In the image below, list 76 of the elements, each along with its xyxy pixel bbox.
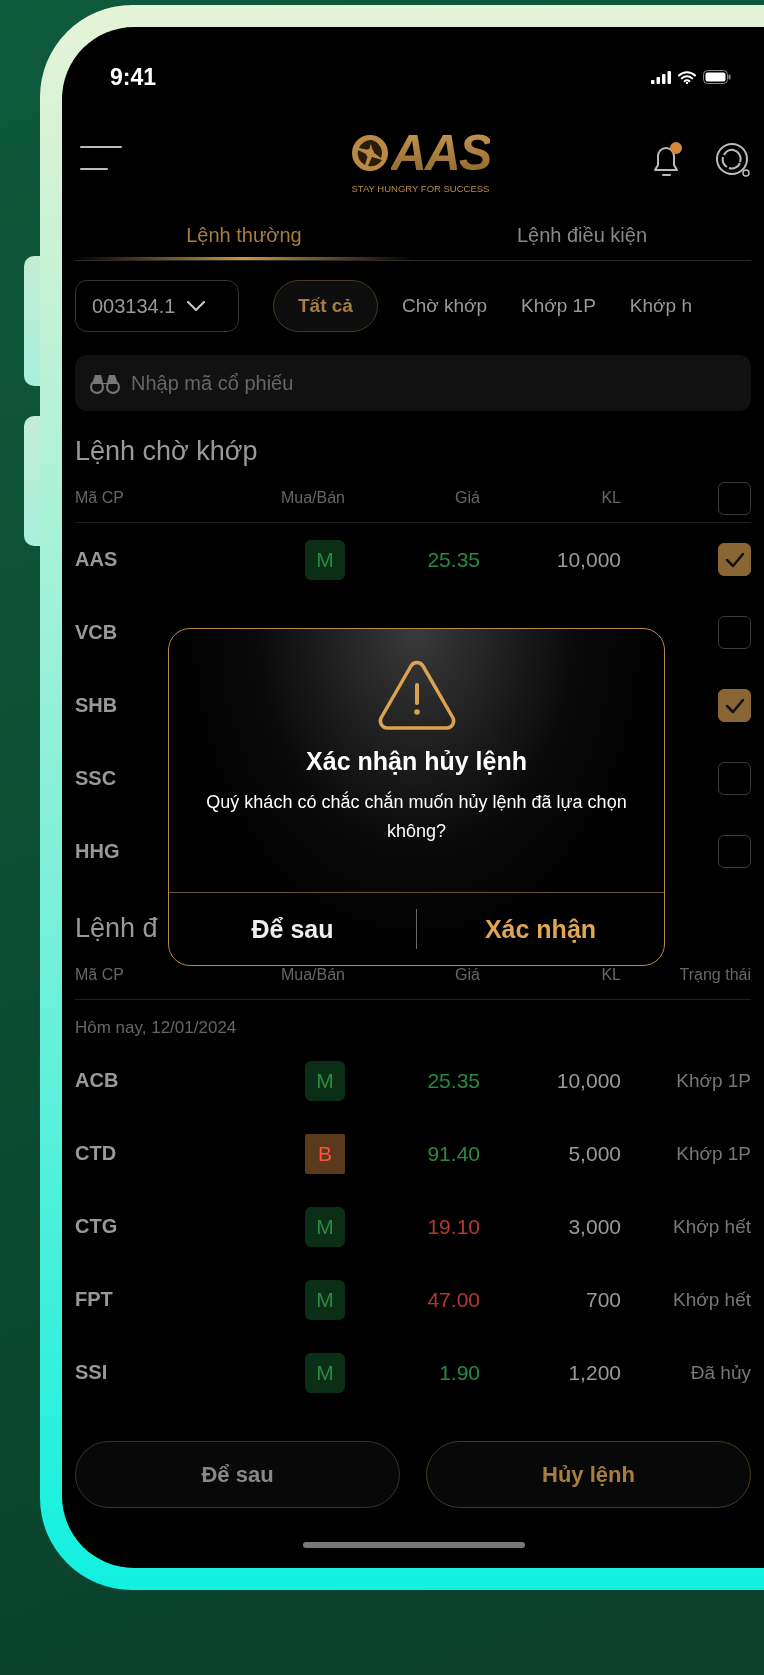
checkbox[interactable]: [718, 616, 751, 649]
status-cell: Khớp hết: [673, 1215, 751, 1238]
checkmark-icon: [724, 697, 745, 714]
swirl-circle-icon: [715, 142, 751, 178]
side-badge: M: [305, 1060, 345, 1101]
price-cell: 25.35: [427, 547, 480, 572]
ticker-cell-text: SSC: [75, 767, 118, 790]
column-header: Giá: [454, 489, 480, 507]
status-cell: Khớp 1P: [676, 1069, 751, 1092]
price-cell: 1.90: [439, 1360, 480, 1385]
column-header: Trạng thái: [678, 966, 751, 984]
confirm-button[interactable]: Xác nhận: [417, 893, 664, 965]
volume-cell: 10,000: [556, 547, 621, 572]
status-cell: Khớp hết: [673, 1288, 751, 1311]
side-badge: M: [305, 539, 345, 580]
checkbox[interactable]: [718, 543, 751, 576]
date-label: Hôm nay, 12/01/2024: [75, 1017, 238, 1039]
dialog-title: Xác nhận hủy lệnh: [306, 747, 527, 776]
later-button[interactable]: Để sau: [75, 1441, 400, 1508]
later-button[interactable]: Để sau: [169, 893, 416, 965]
order-tab[interactable]: Lệnh điều kiện: [413, 215, 751, 260]
ticker-cell-text: SSI: [75, 1361, 109, 1384]
side-badge: B: [305, 1133, 345, 1174]
checkmark-icon: [724, 551, 745, 568]
ticker-cell-text: HHG: [75, 840, 121, 863]
price-cell: 25.35: [427, 1068, 480, 1093]
volume-cell: 10,000: [556, 1068, 621, 1093]
ticker-cell-text: CTD: [75, 1142, 118, 1165]
filter-tab[interactable]: Khớp h: [619, 281, 702, 331]
battery-icon: [703, 70, 731, 84]
side-badge: M: [305, 1279, 345, 1320]
menu-icon: [80, 145, 122, 171]
checkbox[interactable]: [718, 481, 751, 515]
price-cell: 47.00: [427, 1287, 480, 1312]
checkbox[interactable]: [718, 689, 751, 722]
signal-icon: [651, 70, 671, 84]
column-header: Mua/Bán: [279, 966, 345, 984]
price-cell: 19.10: [427, 1214, 480, 1239]
filter-tab[interactable]: Tất cả: [273, 280, 378, 332]
cancel-order-button[interactable]: Hủy lệnh: [426, 1441, 751, 1508]
wifi-icon: [678, 70, 696, 84]
column-header: Mã CP: [75, 966, 125, 984]
ticker-cell-text: VCB: [75, 621, 119, 644]
logo-tagline: STAY HUNGRY FOR SUCCESS: [351, 182, 490, 194]
volume-cell: 5,000: [568, 1141, 621, 1166]
price-cell: 91.40: [427, 1141, 480, 1166]
column-header: KL: [600, 489, 621, 507]
status-cell: Đã hủy: [690, 1361, 751, 1384]
chevron-down-icon: [187, 301, 206, 311]
ticker-cell-text: SHB: [75, 694, 119, 717]
ticker-cell-text: ACB: [75, 1069, 120, 1092]
section-title: Lệnh chờ khớp: [75, 435, 258, 468]
column-header: Giá: [454, 966, 480, 984]
side-badge: M: [305, 1352, 345, 1393]
search-field[interactable]: Nhập mã cổ phiếu: [75, 355, 751, 411]
swirl-logo-icon: [350, 133, 389, 172]
column-header: Mã CP: [75, 489, 125, 507]
ticker-cell-text: FPT: [75, 1288, 114, 1311]
checkbox[interactable]: [718, 835, 751, 868]
column-header: Mua/Bán: [279, 489, 345, 507]
status-time: 9:41: [110, 63, 157, 91]
filter-tab[interactable]: Chờ khớp: [391, 281, 498, 331]
volume-cell: 1,200: [568, 1360, 621, 1385]
column-header: KL: [600, 966, 621, 984]
filter-tab[interactable]: Khớp 1P: [511, 281, 606, 331]
ticker-cell-text: AAS: [75, 548, 119, 571]
section-title: Lệnh đ: [75, 912, 158, 945]
account-select[interactable]: 003134.1: [75, 280, 239, 332]
dialog-message: Quý khách có chắc chắn muốn hủy lệnh đã lựa chọn không?: [205, 790, 628, 843]
warning-icon: [376, 659, 457, 731]
volume-cell: 3,000: [568, 1214, 621, 1239]
ticker-cell-text: CTG: [75, 1215, 119, 1238]
checkbox[interactable]: [718, 762, 751, 795]
status-cell: Khớp 1P: [676, 1142, 751, 1165]
side-badge: M: [305, 1206, 345, 1247]
volume-cell: 700: [585, 1287, 621, 1312]
